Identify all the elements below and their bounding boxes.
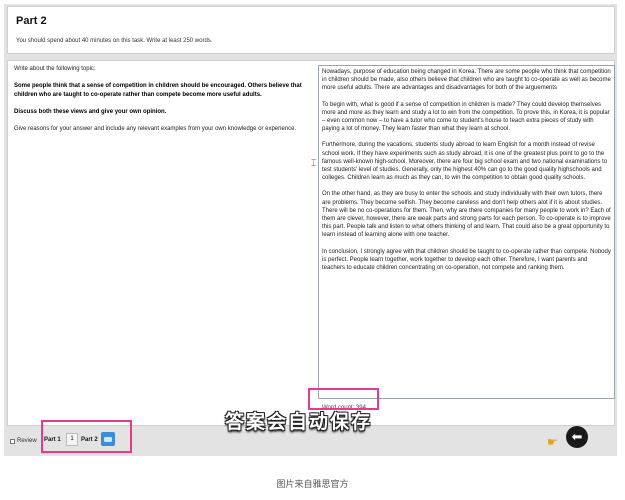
answer-paragraph: To begin with, what is good if a sense o… xyxy=(322,101,610,133)
answer-paragraph: Nowadays, purpose of education being cha… xyxy=(322,69,611,92)
task-instruction: You should spend about 40 minutes on thi… xyxy=(16,38,213,44)
parts-highlight xyxy=(41,420,132,453)
page-title: Part 2 xyxy=(16,15,47,27)
task-panel: Write about the following topic: Some pe… xyxy=(7,60,615,426)
answer-paragraph: In conclusion, I strongly agree with tha… xyxy=(322,248,611,272)
text-cursor-icon: ⌶ xyxy=(311,158,317,168)
hand-pointer-icon[interactable]: ☛ xyxy=(547,435,558,449)
question-intro: Write about the following topic: xyxy=(14,66,96,72)
review-label: Review xyxy=(17,438,37,444)
answer-textarea[interactable]: Nowadays, purpose of education being cha… xyxy=(318,65,615,399)
video-subtitle: 答案会自动保存 xyxy=(225,412,373,433)
question-panel: Write about the following topic: Some pe… xyxy=(14,65,306,142)
question-topic: Some people think that a sense of compet… xyxy=(14,83,302,98)
review-checkbox[interactable]: Review xyxy=(10,438,37,444)
question-task: Discuss both these views and give your o… xyxy=(14,109,167,115)
task-header: Part 2 You should spend about 40 minutes… xyxy=(7,6,615,54)
arrow-left-icon[interactable]: ⬅ xyxy=(566,426,588,448)
question-guidance: Give reasons for your answer and include… xyxy=(14,126,297,132)
image-caption: 图片来自雅思官方 xyxy=(276,479,349,489)
answer-paragraph: Furthermore, during the vacations, stude… xyxy=(322,142,608,182)
answer-paragraph: On the other hand, as they are busy to e… xyxy=(322,191,611,239)
checkbox-icon xyxy=(10,438,15,444)
